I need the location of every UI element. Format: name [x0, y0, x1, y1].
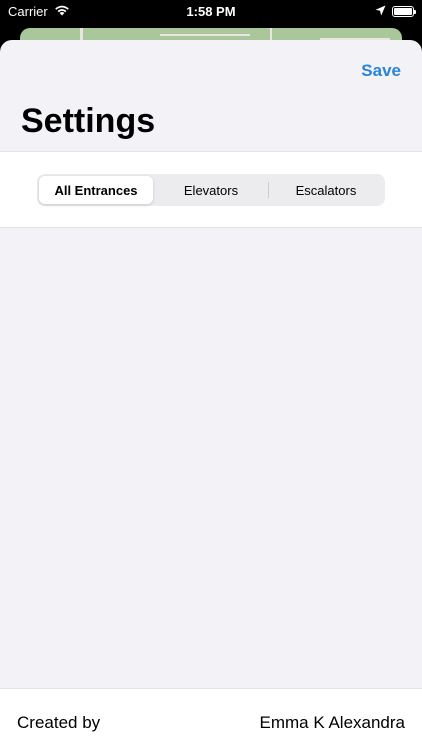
credits-value: Emma K Alexandra — [259, 713, 405, 732]
save-button[interactable]: Save — [361, 61, 401, 81]
location-arrow-icon — [375, 4, 386, 19]
battery-icon — [392, 5, 416, 17]
page-title: Settings — [21, 102, 156, 140]
segment-elevators[interactable]: Elevators — [154, 176, 268, 204]
filter-section: All Entrances Elevators Escalators — [0, 151, 422, 228]
entrance-type-segmented-control[interactable]: All Entrances Elevators Escalators — [37, 174, 385, 206]
segment-escalators[interactable]: Escalators — [269, 176, 383, 204]
status-bar-left: Carrier — [8, 4, 70, 19]
carrier-label: Carrier — [8, 3, 48, 19]
status-bar-right — [375, 4, 416, 19]
segment-all-entrances[interactable]: All Entrances — [39, 176, 153, 204]
credits-row: Created by Emma K Alexandra — [0, 688, 422, 750]
wifi-icon — [54, 4, 70, 19]
battery-fill — [394, 7, 412, 15]
credits-label: Created by — [17, 713, 101, 732]
status-bar: Carrier 1:58 PM — [0, 0, 422, 22]
settings-sheet: Save Settings All Entrances Elevators Es… — [0, 40, 422, 750]
